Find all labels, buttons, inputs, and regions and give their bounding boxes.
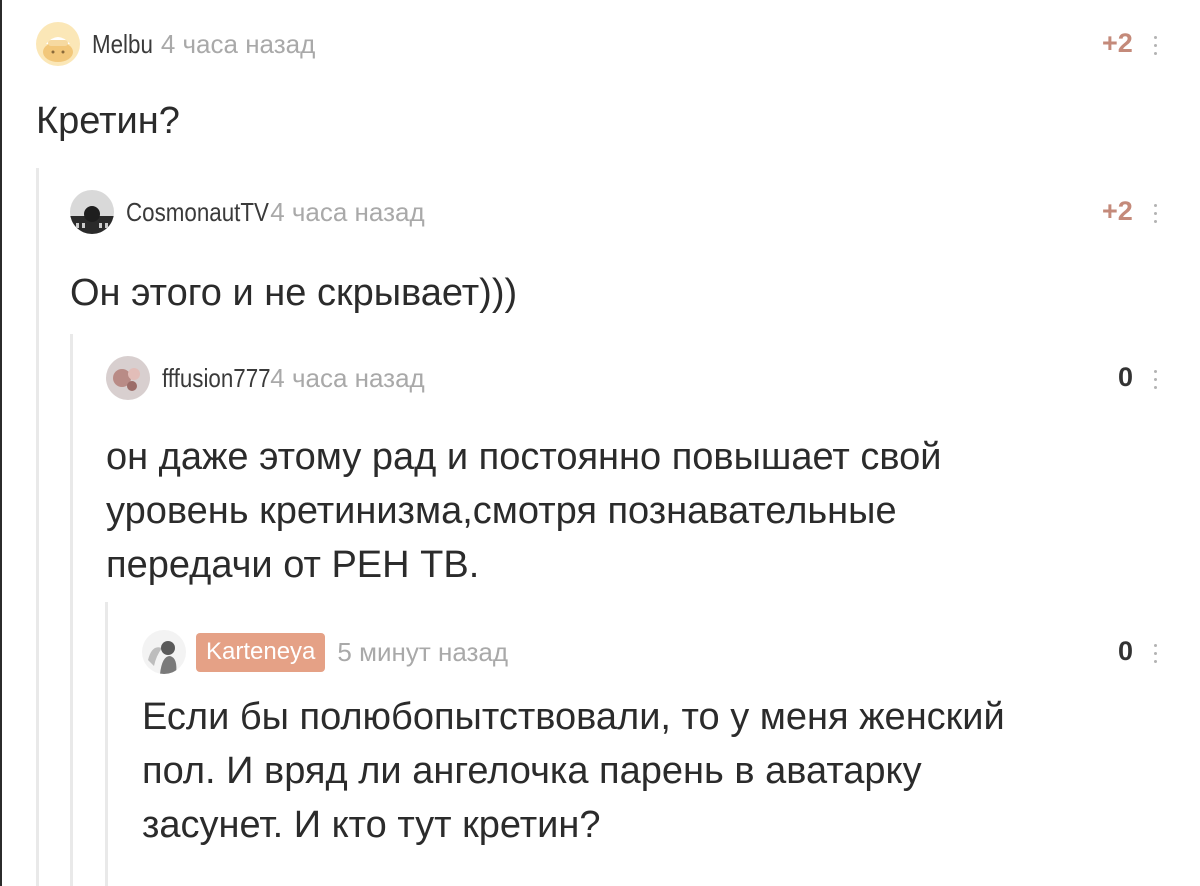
angel-avatar-icon[interactable] — [142, 630, 186, 674]
author-name[interactable]: Melbu — [92, 29, 153, 60]
comment-text: Он этого и не скрывает))) — [70, 272, 518, 314]
comment-header: Melbu 4 часа назад — [36, 22, 1166, 66]
comment-time: 4 часа назад — [270, 362, 425, 393]
thread-line-level-2[interactable] — [70, 334, 73, 886]
comment-time: 4 часа назад — [160, 28, 316, 59]
comment-melbu: Melbu 4 часа назад +2 Кретин? — [36, 22, 1166, 148]
photo-avatar-icon[interactable] — [106, 356, 150, 400]
more-options-icon[interactable] — [1154, 204, 1158, 226]
cat-avatar-icon[interactable] — [36, 22, 80, 66]
author-name[interactable]: CosmonautTV — [126, 197, 269, 228]
comment-fffusion777: fffusion777 4 часа назад 0 он даже этому… — [106, 356, 1166, 592]
comment-text: Если бы полюбопытствовали, то у меня жен… — [142, 696, 1005, 846]
comment-rating: +2 — [1102, 196, 1133, 226]
comment-karteneya: Karteneya 5 минут назад 0 Если бы полюбо… — [142, 630, 1166, 852]
thread-line-level-3[interactable] — [105, 602, 108, 886]
more-options-icon[interactable] — [1154, 370, 1158, 392]
comment-header: Karteneya 5 минут назад — [142, 630, 1166, 674]
comment-header: CosmonautTV 4 часа назад — [70, 190, 1166, 234]
more-options-icon[interactable] — [1154, 36, 1158, 58]
dark-photo-avatar-icon[interactable] — [70, 190, 114, 234]
comment-time: 4 часа назад — [270, 196, 425, 227]
author-name-highlighted[interactable]: Karteneya — [196, 632, 326, 672]
thread-line-level-1[interactable] — [36, 168, 39, 886]
comment-cosmonauttv: CosmonautTV 4 часа назад +2 Он этого и н… — [70, 190, 1166, 320]
comment-rating: +2 — [1102, 28, 1133, 58]
comment-header: fffusion777 4 часа назад — [106, 356, 1166, 400]
comment-time: 5 минут назад — [337, 636, 509, 667]
page-edge — [0, 0, 2, 886]
comment-rating: 0 — [1118, 362, 1134, 392]
more-options-icon[interactable] — [1154, 644, 1158, 666]
comment-text: Кретин? — [36, 100, 180, 142]
comment-rating: 0 — [1118, 636, 1134, 666]
comment-text: он даже этому рад и постоянно повышает с… — [106, 436, 942, 586]
author-name[interactable]: fffusion777 — [162, 363, 271, 394]
